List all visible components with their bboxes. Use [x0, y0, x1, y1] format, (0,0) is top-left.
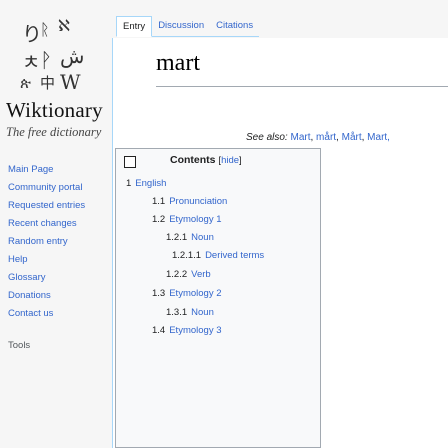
- site-tagline: The free dictionary: [6, 125, 102, 139]
- see-also-label: See also:: [246, 132, 288, 143]
- see-also-link[interactable]: mårt: [316, 132, 336, 143]
- logo-glyph: W: [60, 70, 81, 94]
- logo-glyph: ش: [60, 44, 85, 68]
- nav-community-portal[interactable]: Community portal: [8, 179, 106, 197]
- nav-glossary[interactable]: Glossary: [8, 269, 106, 287]
- toc-hide-link[interactable]: hide: [221, 155, 239, 166]
- page-title: mart: [156, 50, 200, 76]
- toc-item[interactable]: 1.2.1 Noun: [166, 232, 214, 243]
- logo-glyph: ᚹ: [40, 48, 52, 72]
- logo-glyph: ℵ: [58, 16, 70, 35]
- page-tabs: Entry Discussion Citations: [116, 16, 260, 37]
- see-also-hatnote: See also: Mart, mårt, Mårt, Mart,: [246, 132, 390, 143]
- toc-item[interactable]: 1 English: [126, 178, 166, 189]
- nav-help[interactable]: Help: [8, 251, 106, 269]
- toc-toggle-checkbox[interactable]: [124, 156, 136, 168]
- logo-glyph: ᚱ: [40, 20, 50, 39]
- tab-citations[interactable]: Citations: [210, 16, 260, 37]
- tab-discussion[interactable]: Discussion: [152, 16, 211, 37]
- sidebar-nav: Main Page Community portal Requested ent…: [8, 161, 106, 355]
- logo-glyph: り: [22, 22, 42, 46]
- toc-item[interactable]: 1.4 Etymology 3: [152, 325, 222, 336]
- site-title[interactable]: Wiktionary: [6, 98, 103, 123]
- toc-item[interactable]: 1.2.2 Verb: [166, 269, 211, 280]
- nav-requested-entries[interactable]: Requested entries: [8, 197, 106, 215]
- wiktionary-logo-glyphs[interactable]: り ᚱ ℵ ㅊ ᚹ ش ጵ 中 W: [18, 14, 102, 93]
- toc-item[interactable]: 1.2 Etymology 1: [152, 214, 222, 225]
- toc-item[interactable]: 1.1 Pronunciation: [152, 196, 227, 207]
- logo-glyph: ㅊ: [22, 50, 41, 74]
- nav-recent-changes[interactable]: Recent changes: [8, 215, 106, 233]
- nav-donations[interactable]: Donations: [8, 287, 106, 305]
- table-of-contents: Contents [hide] 1 English 1.1 Pronunciatio…: [115, 148, 321, 448]
- toc-item[interactable]: 1.2.1.1 Derived terms: [172, 250, 264, 261]
- sidebar: り ᚱ ℵ ㅊ ᚹ ش ጵ 中 W Wiktionary The free di…: [0, 0, 108, 448]
- title-divider: [156, 86, 448, 87]
- toc-item[interactable]: 1.3 Etymology 2: [152, 288, 222, 299]
- nav-main-page[interactable]: Main Page: [8, 161, 106, 179]
- nav-random-entry[interactable]: Random entry: [8, 233, 106, 251]
- logo-glyph: ጵ: [20, 74, 31, 92]
- see-also-link[interactable]: Mårt: [342, 132, 362, 143]
- see-also-link[interactable]: Mart: [290, 132, 310, 143]
- toc-title: Contents [hide]: [170, 154, 242, 166]
- tab-entry[interactable]: Entry: [116, 16, 153, 37]
- toc-title-label: Contents: [170, 154, 216, 166]
- nav-contact-us[interactable]: Contact us: [8, 305, 106, 323]
- toc-hide-toggle[interactable]: [hide]: [218, 155, 241, 166]
- logo-glyph: 中: [40, 74, 56, 92]
- toc-item[interactable]: 1.3.1 Noun: [166, 307, 214, 318]
- see-also-link[interactable]: Mart,: [367, 132, 390, 143]
- nav-tools-heading[interactable]: Tools: [8, 337, 106, 355]
